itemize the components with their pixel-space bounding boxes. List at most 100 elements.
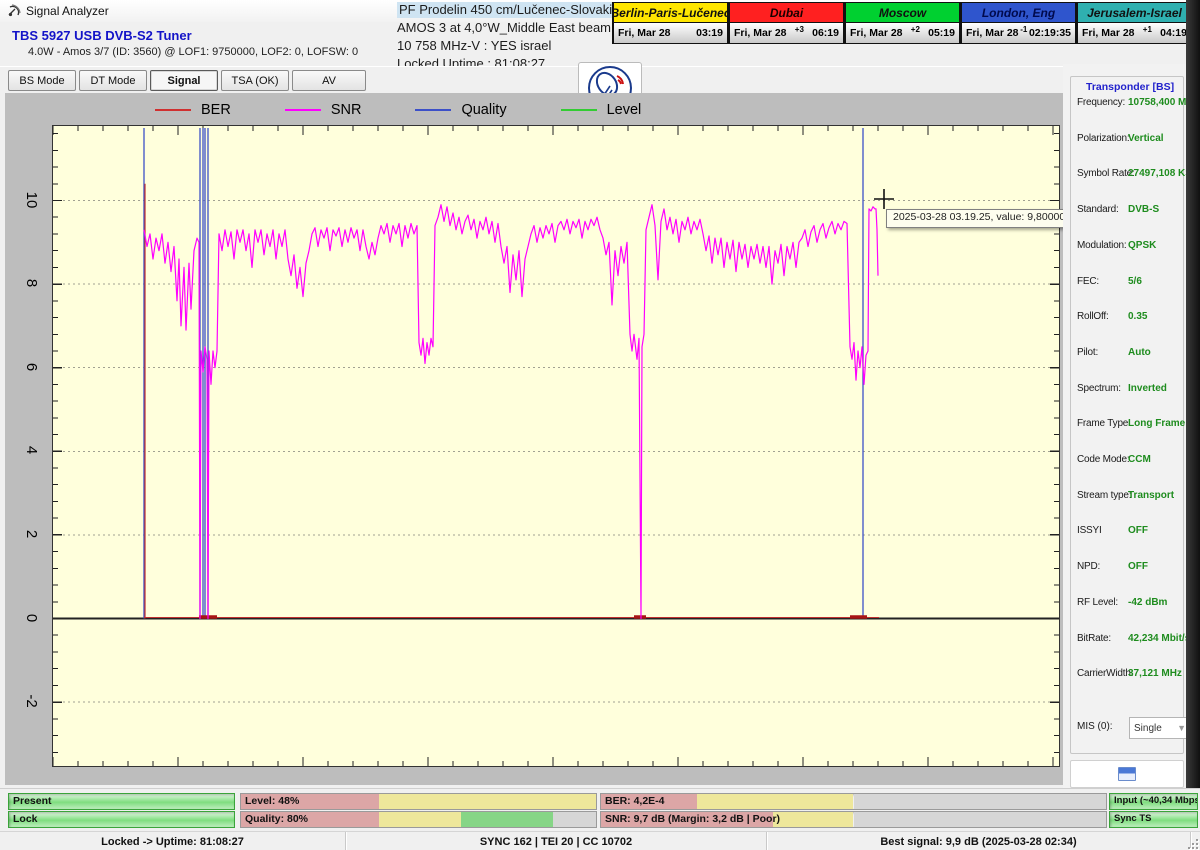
clock-city-label: London, Eng xyxy=(961,2,1076,22)
clock-utc-offset: -1 xyxy=(1020,25,1027,34)
clock-panel: Berlin-Paris-LučenecFri, Mar 2803:19Duba… xyxy=(612,2,1193,44)
transponder-row-pilot: Pilot: Auto xyxy=(1071,347,1183,363)
bar-segment xyxy=(697,794,854,809)
bar-segment xyxy=(854,794,1107,809)
field-label: BitRate: xyxy=(1077,633,1111,644)
field-label: Standard: xyxy=(1077,204,1119,215)
transponder-row-carrierwidth: CarrierWidth:37,121 MHz xyxy=(1071,668,1183,684)
status-uptime: Locked -> Uptime: 81:08:27 xyxy=(0,832,346,850)
clock-utc-offset: +1 xyxy=(1143,25,1152,34)
info-line-1: AMOS 3 at 4,0°W_Middle East beam xyxy=(397,19,622,37)
level-label: Level: 48% xyxy=(245,795,299,807)
bar-segment xyxy=(773,812,854,827)
transponder-row-fec: FEC:5/6 xyxy=(1071,276,1183,292)
keypad-icon xyxy=(1118,767,1136,781)
clock-jerusalem-israel: Jerusalem-Israel Fri, Mar 28 +1 04:19 xyxy=(1077,2,1193,44)
transponder-row-symbol-rate: Symbol Rate:27497,108 KS/s xyxy=(1071,168,1183,184)
clock-date: Fri, Mar 28 xyxy=(734,27,787,39)
clock-datetime: Fri, Mar 2803:19 xyxy=(613,22,728,44)
clock-datetime: Fri, Mar 28-102:19:35 xyxy=(961,22,1076,44)
tab-tsa-ok[interactable]: TSA (OK) xyxy=(221,70,289,91)
tab-bar: BS ModeDT ModeSignal Mon.TSA (OK)AV (Sto… xyxy=(0,66,1063,94)
field-label: Symbol Rate: xyxy=(1077,168,1135,179)
field-label: Stream type: xyxy=(1077,490,1131,501)
clock-city-label: Dubai xyxy=(729,2,844,22)
info-line-text: AMOS 3 at 4,0°W_Middle East beam xyxy=(397,20,611,35)
field-value: QPSK xyxy=(1128,240,1156,251)
transponder-row-frequency: Frequency:10758,400 MHz xyxy=(1071,97,1183,113)
window-title: Signal Analyzer xyxy=(26,4,109,18)
chart-legend: BERSNRQualityLevel xyxy=(155,98,695,122)
y-axis-tick-label: 0 xyxy=(19,605,45,631)
remote-panel-button[interactable] xyxy=(1070,760,1184,788)
tab-signal-mon[interactable]: Signal Mon. xyxy=(150,70,218,91)
bar-segment xyxy=(379,812,461,827)
field-label: Frame Type: xyxy=(1077,418,1131,429)
tuner-title: TBS 5927 USB DVB-S2 Tuner xyxy=(12,28,192,43)
clock-moscow: MoscowFri, Mar 28+205:19 xyxy=(845,2,961,44)
clock-time: 04:19 xyxy=(1160,27,1187,39)
bar-segment xyxy=(553,812,596,827)
info-line-2: 10 758 MHz-V : YES israel xyxy=(397,37,622,55)
legend-swatch xyxy=(155,109,191,111)
tuner-subtitle: 4.0W - Amos 3/7 (ID: 3560) @ LOF1: 97500… xyxy=(28,46,358,58)
ber-label: BER: 4,2E-4 xyxy=(605,795,665,807)
legend-item-level: Level xyxy=(561,102,642,118)
field-value: -42 dBm xyxy=(1128,597,1167,608)
transponder-row-modulation: Modulation:QPSK xyxy=(1071,240,1183,256)
clock-berlin-paris-lu-enec: Berlin-Paris-LučenecFri, Mar 2803:19 xyxy=(612,2,729,44)
transponder-row-rolloff: RollOff:0.35 xyxy=(1071,311,1183,327)
clock-dubai: DubaiFri, Mar 28+306:19 xyxy=(729,2,845,44)
mis-value: Single xyxy=(1134,723,1162,734)
y-axis-tick-label: 2 xyxy=(19,521,45,547)
field-value: Auto xyxy=(1128,347,1151,358)
bar-segment xyxy=(379,794,596,809)
ber-indicator: BER: 4,2E-4 xyxy=(600,793,1107,810)
transponder-row-spectrum: Spectrum:Inverted xyxy=(1071,383,1183,399)
field-value: 42,234 Mbit/s xyxy=(1128,633,1190,644)
tab-dt-mode[interactable]: DT Mode xyxy=(79,70,147,91)
info-line-0: PF Prodelin 450 cm/Lučenec-Slovakia xyxy=(397,1,622,19)
tab-bs-mode[interactable]: BS Mode xyxy=(8,70,76,91)
present-label: Present xyxy=(13,795,52,807)
signal-bars-panel: PresentLevel: 48%BER: 4,2E-4Input (~40,3… xyxy=(0,788,1200,832)
quality-label: Quality: 80% xyxy=(245,813,308,825)
snr-indicator: SNR: 9,7 dB (Margin: 3,2 dB | Poor) xyxy=(600,811,1107,828)
y-axis-tick-label: 6 xyxy=(19,354,45,380)
resize-grip[interactable] xyxy=(1186,837,1198,849)
clock-time: 06:19 xyxy=(812,27,839,39)
transponder-row-code-mode: Code Mode:CCM xyxy=(1071,454,1183,470)
y-axis-tick-label: -2 xyxy=(19,688,45,714)
field-value: 37,121 MHz xyxy=(1128,668,1182,679)
field-label: Pilot: xyxy=(1077,347,1098,358)
present-indicator: Present xyxy=(8,793,235,810)
field-value: Inverted xyxy=(1128,383,1167,394)
clock-city-label: Berlin-Paris-Lučenec xyxy=(613,2,728,22)
satellite-dish-icon xyxy=(7,3,22,18)
mis-row: MIS (0): Single ▼ xyxy=(1077,717,1181,739)
legend-item-snr: SNR xyxy=(285,102,362,118)
bar-segment xyxy=(461,812,553,827)
transponder-row-frame-type: Frame Type:Long Frame xyxy=(1071,418,1183,434)
mis-dropdown[interactable]: Single ▼ xyxy=(1129,717,1191,739)
clock-city-label: Jerusalem-Israel xyxy=(1077,2,1192,22)
clock-date: Fri, Mar 28 xyxy=(1082,27,1135,39)
info-line-text: 10 758 MHz-V : YES israel xyxy=(397,38,551,53)
clock-time: 03:19 xyxy=(696,27,723,39)
clock-date: Fri, Mar 28 xyxy=(966,27,1019,39)
field-value: Transport xyxy=(1128,490,1174,501)
y-axis-tick-label: 8 xyxy=(19,270,45,296)
transponder-row-bitrate: BitRate:42,234 Mbit/s xyxy=(1071,633,1183,649)
transponder-row-npd: NPD:OFF xyxy=(1071,561,1183,577)
transponder-title: Transponder [BS] xyxy=(1083,81,1177,93)
tab-av-stopped[interactable]: AV (Stopped) xyxy=(292,70,366,91)
clock-city-label: Moscow xyxy=(845,2,960,22)
field-value: OFF xyxy=(1128,525,1148,536)
transponder-panel: Transponder [BS] Frequency:10758,400 MHz… xyxy=(1063,64,1186,788)
field-label: RF Level: xyxy=(1077,597,1118,608)
field-value: OFF xyxy=(1128,561,1148,572)
clock-datetime: Fri, Mar 28+205:19 xyxy=(845,22,960,44)
legend-item-ber: BER xyxy=(155,102,231,118)
field-label: Code Mode: xyxy=(1077,454,1129,465)
field-label: FEC: xyxy=(1077,276,1099,287)
